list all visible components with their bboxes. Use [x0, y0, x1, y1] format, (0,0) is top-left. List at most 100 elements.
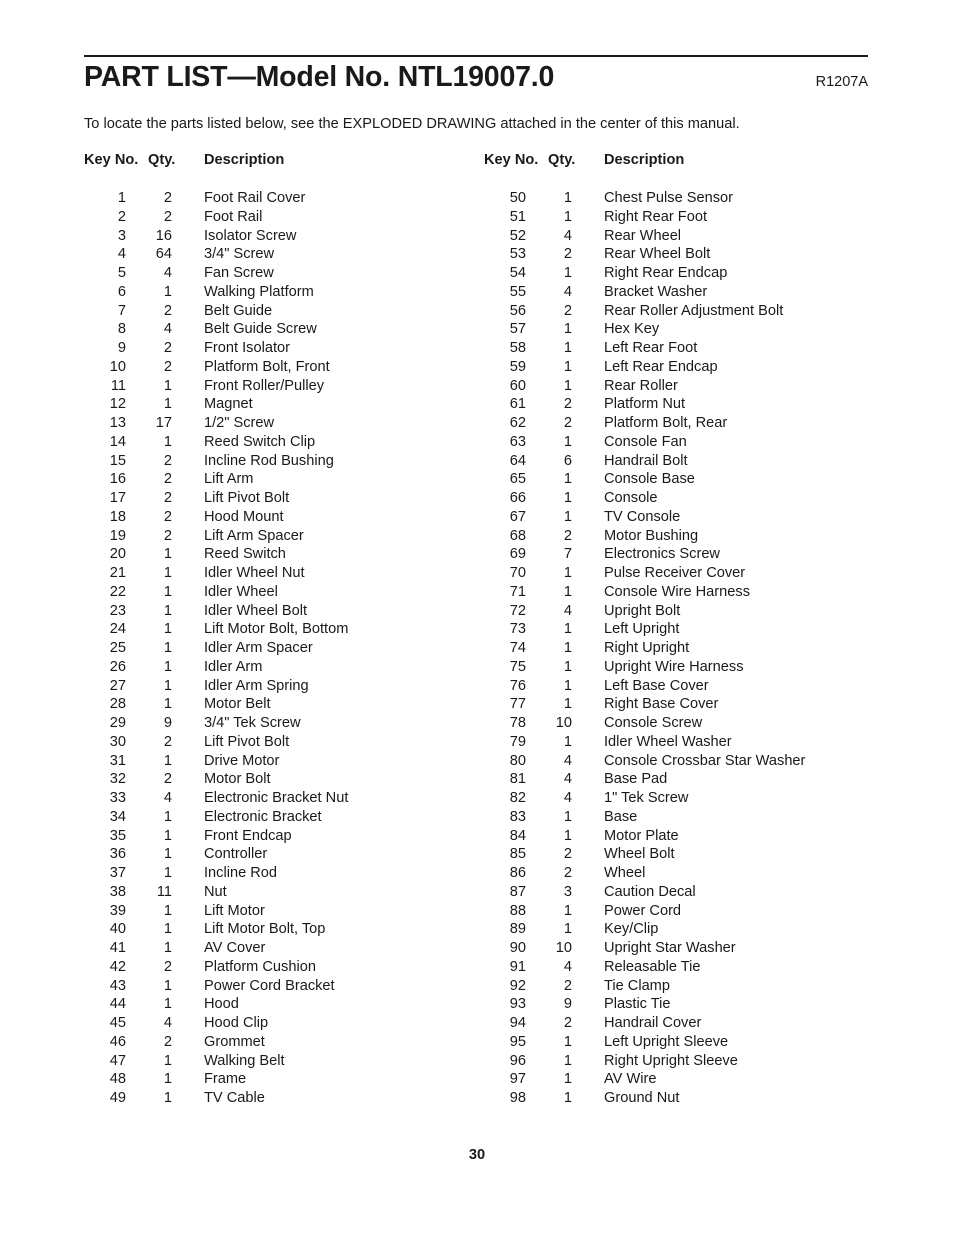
cell-key-no: 63: [509, 433, 526, 450]
cell-qty: 1: [163, 677, 172, 694]
cell-description: Rear Roller: [604, 377, 678, 394]
cell-description: Reed Switch Clip: [204, 433, 316, 450]
cell-key-no: 9: [117, 340, 126, 356]
cell-qty: 6: [563, 452, 572, 469]
table-row: 59 1 Left Rear Endcap: [484, 359, 884, 378]
cell-key-no: 98: [509, 1090, 526, 1106]
cell-description: AV Wire: [604, 1071, 657, 1088]
table-row: 29 9 3/4" Tek Screw: [84, 715, 484, 734]
table-row: 37 1 Incline Rod: [84, 865, 484, 884]
cell-key-no: 84: [509, 827, 526, 844]
cell-key-no: 73: [509, 621, 526, 638]
table-row: 54 1 Right Rear Endcap: [484, 265, 884, 284]
cell-key-no: 48: [109, 1071, 126, 1088]
cell-qty: 2: [163, 1033, 172, 1050]
cell-key-no: 11: [110, 377, 126, 394]
cell-qty: 1: [163, 1071, 172, 1088]
cell-key-no: 77: [509, 696, 526, 713]
cell-description: 1/2" Screw: [204, 415, 275, 431]
table-row: 40 1 Lift Motor Bolt, Top: [84, 921, 484, 940]
cell-qty: 1: [563, 1071, 572, 1088]
cell-qty: 1: [163, 940, 172, 956]
cell-key-no: 37: [109, 865, 126, 881]
cell-qty: 2: [163, 490, 172, 506]
cell-qty: 1: [163, 865, 172, 881]
cell-description: 1" Tek Screw: [604, 790, 689, 806]
cell-qty: 1: [563, 808, 572, 825]
cell-description: 3/4" Tek Screw: [204, 715, 301, 731]
cell-key-no: 47: [109, 1052, 126, 1069]
table-row: 7 2 Belt Guide: [84, 303, 484, 322]
cell-key-no: 60: [509, 377, 526, 394]
cell-qty: 1: [563, 340, 572, 356]
cell-qty: 1: [563, 1052, 572, 1069]
cell-description: Upright Star Washer: [604, 940, 736, 956]
cell-description: Grommet: [204, 1033, 265, 1050]
cell-description: Drive Motor: [204, 752, 280, 769]
cell-description: Incline Rod: [204, 865, 278, 881]
cell-key-no: 44: [109, 996, 126, 1013]
cell-description: Electronics Screw: [604, 546, 720, 563]
cell-description: Walking Platform: [204, 283, 314, 300]
cell-qty: 10: [555, 715, 572, 731]
cell-qty: 1: [563, 902, 572, 919]
cell-description: Front Isolator: [204, 340, 290, 356]
cell-key-no: 49: [109, 1090, 126, 1106]
table-row: 15 2 Incline Rod Bushing: [84, 453, 484, 472]
cell-description: Power Cord Bracket: [204, 977, 335, 994]
cell-qty: 4: [563, 227, 572, 244]
table-row: 89 1 Key/Clip: [484, 921, 884, 940]
table-row: 83 1 Base: [484, 809, 884, 828]
document-header: PART LIST—Model No. NTL19007.0 R1207A: [84, 61, 868, 94]
cell-description: Console Screw: [604, 715, 703, 731]
page-number: 30: [468, 1147, 486, 1163]
cell-qty: 4: [563, 771, 572, 788]
cell-qty: 1: [563, 1090, 572, 1106]
cell-key-no: 18: [109, 508, 126, 525]
table-row: 62 2 Platform Bolt, Rear: [484, 415, 884, 434]
cell-qty: 1: [163, 696, 172, 713]
cell-qty: 1: [163, 658, 172, 675]
cell-key-no: 19: [109, 527, 126, 544]
cell-qty: 2: [563, 977, 572, 994]
table-row: 49 1 TV Cable: [84, 1090, 484, 1109]
cell-qty: 11: [156, 883, 172, 900]
header-qty: Qty.: [548, 152, 576, 168]
cell-qty: 1: [563, 827, 572, 844]
cell-description: Right Upright Sleeve: [604, 1052, 738, 1069]
cell-key-no: 6: [117, 283, 126, 300]
cell-description: Motor Belt: [204, 696, 271, 713]
cell-qty: 1: [163, 752, 172, 769]
table-row: 1 2 Foot Rail Cover: [84, 190, 484, 209]
header-description: Description: [604, 152, 685, 168]
cell-description: Platform Bolt, Rear: [604, 415, 728, 431]
cell-description: Belt Guide: [204, 302, 273, 319]
cell-description: Right Upright: [604, 640, 690, 656]
cell-description: Right Rear Endcap: [604, 265, 728, 281]
table-row: 63 1 Console Fan: [484, 434, 884, 453]
table-row: 43 1 Power Cord Bracket: [84, 978, 484, 997]
cell-qty: 1: [163, 827, 172, 844]
table-row: 13 17 1/2" Screw: [84, 415, 484, 434]
table-row: 70 1 Pulse Receiver Cover: [484, 565, 884, 584]
cell-qty: 1: [563, 471, 572, 488]
table-row: 91 4 Releasable Tie: [484, 959, 884, 978]
cell-description: Platform Bolt, Front: [204, 358, 330, 375]
cell-key-no: 70: [509, 565, 526, 581]
cell-key-no: 16: [109, 471, 126, 488]
cell-key-no: 33: [109, 790, 126, 806]
cell-key-no: 57: [509, 321, 526, 338]
cell-description: Platform Nut: [604, 396, 686, 413]
cell-key-no: 76: [509, 677, 526, 694]
cell-qty: 1: [563, 696, 572, 713]
cell-key-no: 5: [117, 265, 126, 281]
table-row: 8 4 Belt Guide Screw: [84, 321, 484, 340]
table-row: 77 1 Right Base Cover: [484, 696, 884, 715]
cell-qty: 2: [163, 508, 172, 525]
cell-key-no: 66: [509, 490, 526, 506]
cell-description: Lift Motor Bolt, Bottom: [204, 621, 349, 638]
table-row: 4 64 3/4" Screw: [84, 246, 484, 265]
cell-qty: 1: [163, 433, 172, 450]
cell-key-no: 97: [509, 1071, 526, 1088]
cell-key-no: 52: [509, 227, 526, 244]
